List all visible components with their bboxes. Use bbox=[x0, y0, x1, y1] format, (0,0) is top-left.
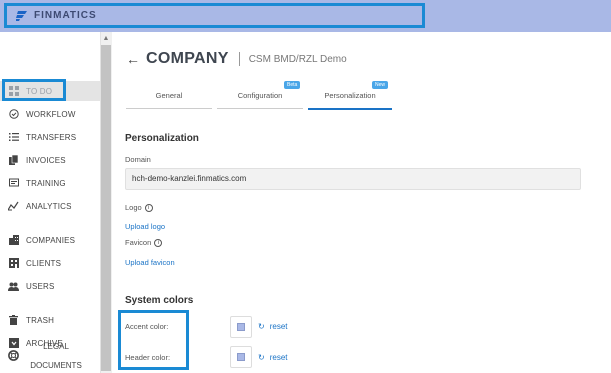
sidebar-item-label: TRASH bbox=[26, 315, 55, 325]
new-badge: New bbox=[372, 81, 389, 89]
tab-label: Personalization bbox=[324, 91, 376, 100]
page-subtitle: CSM BMD/RZL Demo bbox=[248, 53, 347, 65]
invoice-icon bbox=[8, 155, 19, 166]
analytics-icon bbox=[8, 201, 19, 212]
domain-label: Domain bbox=[125, 155, 151, 164]
sidebar-item-companies[interactable]: COMPANIES bbox=[0, 230, 100, 250]
sidebar: TO DO WORKFLOW TRANSFERS INVOICES TRAINI… bbox=[0, 32, 112, 373]
back-arrow-icon[interactable]: ← bbox=[126, 51, 140, 67]
scrollbar-thumb[interactable] bbox=[101, 45, 111, 371]
sidebar-item-transfers[interactable]: TRANSFERS bbox=[0, 127, 100, 147]
tab-label: Configuration bbox=[237, 91, 283, 100]
page-title: COMPANY bbox=[146, 50, 229, 67]
info-icon[interactable]: i bbox=[144, 204, 153, 213]
accent-color-picker[interactable] bbox=[230, 316, 252, 338]
sidebar-item-label: WORKFLOW bbox=[26, 109, 76, 119]
personalization-heading: Personalization bbox=[125, 133, 199, 144]
sidebar-item-trash[interactable]: TRASH bbox=[0, 310, 100, 330]
upload-logo-link[interactable]: Upload logo bbox=[125, 222, 165, 231]
tab-personalization[interactable]: Personalization New bbox=[308, 81, 392, 110]
refresh-icon: ↻ bbox=[258, 322, 265, 331]
colors-highlight-box bbox=[118, 310, 189, 370]
tab-configuration[interactable]: Configuration Beta bbox=[217, 81, 303, 109]
tab-label: General bbox=[155, 91, 183, 100]
page-header: ← COMPANY CSM BMD/RZL Demo bbox=[126, 50, 347, 68]
trash-icon bbox=[8, 315, 19, 326]
sidebar-item-label: TRANSFERS bbox=[26, 132, 77, 142]
reset-label: reset bbox=[269, 322, 288, 331]
sidebar-item-label: INVOICES bbox=[26, 155, 66, 165]
sidebar-item-label: TRAINING bbox=[26, 178, 66, 188]
users-icon bbox=[8, 281, 19, 292]
scroll-up-arrow-icon[interactable]: ▲ bbox=[102, 35, 110, 43]
sidebar-item-analytics[interactable]: ANALYTICS bbox=[0, 196, 100, 216]
header-color-swatch bbox=[237, 353, 245, 361]
sidebar-item-clients[interactable]: CLIENTS bbox=[0, 253, 100, 273]
list-icon bbox=[8, 132, 19, 143]
sidebar-item-users[interactable]: USERS bbox=[0, 276, 100, 296]
sidebar-item-label: COMPANIES bbox=[26, 235, 76, 245]
building-icon bbox=[8, 235, 19, 246]
finmatics-logo-icon bbox=[16, 10, 27, 21]
sidebar-item-label: ANALYTICS bbox=[26, 201, 72, 211]
header-color-picker[interactable] bbox=[230, 346, 252, 368]
beta-badge: Beta bbox=[284, 81, 301, 89]
training-icon bbox=[8, 178, 19, 189]
sidebar-item-label: CLIENTS bbox=[26, 258, 62, 268]
logo-label-row: Logo i bbox=[125, 203, 153, 213]
legal-label-line2: DOCUMENTS bbox=[30, 361, 82, 370]
legal-label-line1: LEGAL bbox=[43, 342, 69, 351]
tab-underline bbox=[217, 108, 303, 109]
brand-name: FINMATICS bbox=[34, 10, 97, 21]
tab-underline bbox=[126, 108, 212, 109]
sidebar-item-workflow[interactable]: WORKFLOW bbox=[0, 104, 100, 124]
system-colors-heading: System colors bbox=[125, 295, 194, 306]
sidebar-item-invoices[interactable]: INVOICES bbox=[0, 150, 100, 170]
todo-highlight-box bbox=[2, 79, 66, 101]
accent-reset-button[interactable]: ↻ reset bbox=[258, 322, 288, 331]
upload-favicon-link[interactable]: Upload favicon bbox=[125, 258, 175, 267]
info-icon[interactable]: i bbox=[154, 239, 163, 248]
sidebar-item-training[interactable]: TRAINING bbox=[0, 173, 100, 193]
top-bar: FINMATICS bbox=[0, 0, 611, 32]
main-content: ← COMPANY CSM BMD/RZL Demo General Confi… bbox=[112, 32, 611, 373]
app-root: FINMATICS TO DO WORKFLOW TRANSFERS INVOI… bbox=[0, 0, 611, 373]
favicon-label-row: Favicon i bbox=[125, 238, 163, 248]
clients-icon bbox=[8, 258, 19, 269]
sidebar-item-label: USERS bbox=[26, 281, 55, 291]
header-reset-button[interactable]: ↻ reset bbox=[258, 353, 288, 362]
header-divider bbox=[238, 52, 240, 66]
logo-label: Logo bbox=[125, 203, 142, 212]
reset-label: reset bbox=[269, 353, 288, 362]
sidebar-item-legal-documents[interactable]: LEGAL DOCUMENTS bbox=[0, 338, 100, 373]
logo[interactable]: FINMATICS bbox=[4, 3, 425, 28]
check-circle-icon bbox=[8, 109, 19, 120]
refresh-icon: ↻ bbox=[258, 353, 265, 362]
tab-underline-active bbox=[308, 108, 392, 110]
favicon-label: Favicon bbox=[125, 238, 152, 247]
accent-color-swatch bbox=[237, 323, 245, 331]
domain-field[interactable]: hch-demo-kanzlei.finmatics.com bbox=[125, 168, 581, 190]
tab-general[interactable]: General bbox=[126, 91, 212, 109]
